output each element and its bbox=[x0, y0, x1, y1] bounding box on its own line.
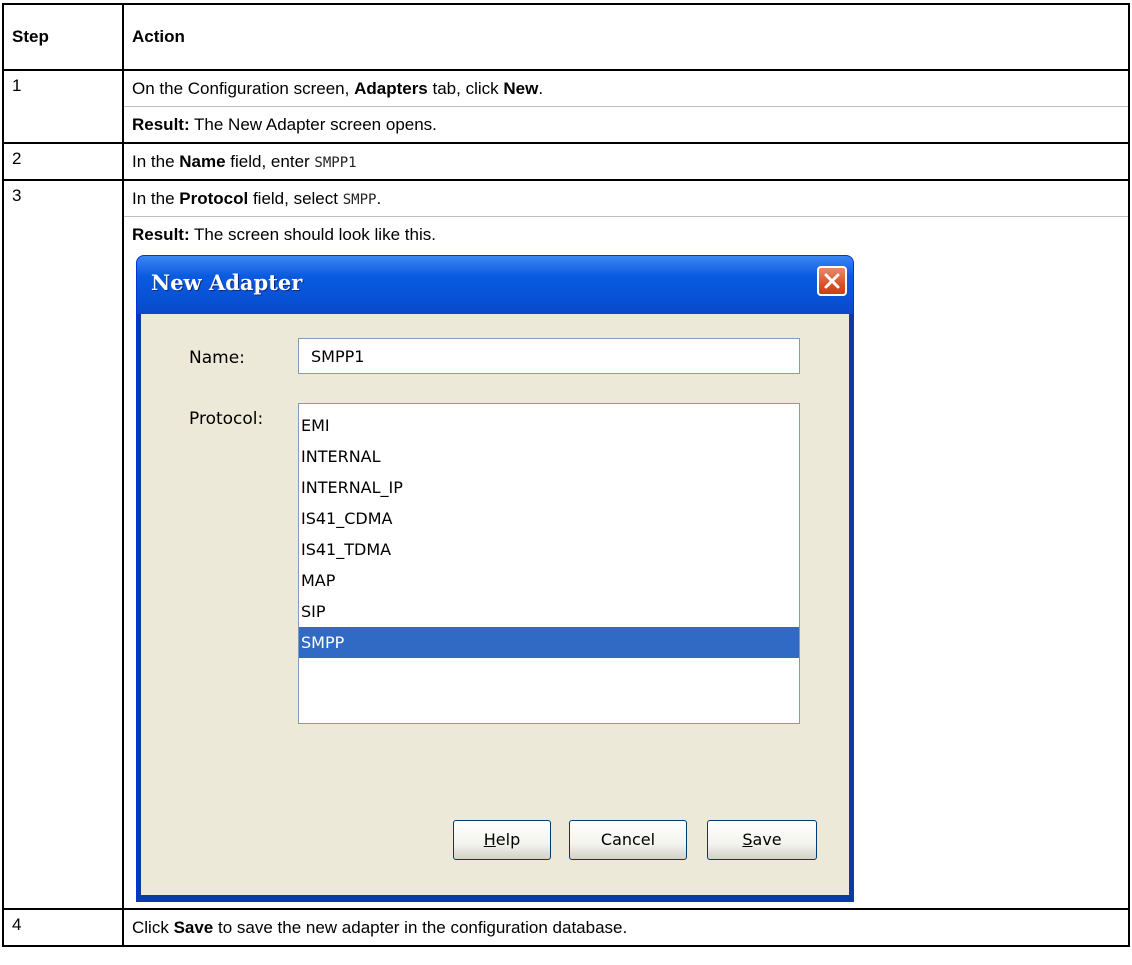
protocol-option-sip[interactable]: SIP bbox=[299, 596, 799, 627]
protocol-list[interactable]: EMI INTERNAL INTERNAL_IP IS41_CDMA IS41_… bbox=[298, 403, 800, 724]
table-row: 2 In the Name field, enter SMPP1 bbox=[2, 142, 1130, 181]
table-row: 3 In the Protocol field, select SMPP. Re… bbox=[2, 179, 1130, 910]
step-number: 3 bbox=[2, 179, 124, 910]
protocol-option-is41-cdma[interactable]: IS41_CDMA bbox=[299, 503, 799, 534]
step-action: In the Protocol field, select SMPP. Resu… bbox=[122, 179, 1130, 910]
table-header-row: Step Action bbox=[2, 3, 1130, 71]
action-text: In the Protocol field, select SMPP. bbox=[132, 189, 382, 208]
protocol-option-emi[interactable]: EMI bbox=[299, 410, 799, 441]
dialog-title: New Adapter bbox=[151, 270, 303, 295]
step-number: 1 bbox=[2, 69, 124, 144]
help-button[interactable]: Help bbox=[453, 820, 551, 860]
dialog-body: Name: Protocol: EMI INTERNAL INTERNAL_IP… bbox=[141, 314, 849, 895]
protocol-option-internal-ip[interactable]: INTERNAL_IP bbox=[299, 472, 799, 503]
header-step: Step bbox=[2, 3, 124, 71]
protocol-label: Protocol: bbox=[189, 409, 264, 429]
procedure-table: Step Action 1 On the Configuration scree… bbox=[2, 3, 1130, 947]
action-text: Click Save to save the new adapter in th… bbox=[132, 918, 628, 937]
result-text: Result: The New Adapter screen opens. bbox=[124, 106, 1128, 142]
new-adapter-dialog: New Adapter Name: Protocol: EMI INTERNAL… bbox=[136, 255, 854, 902]
table-row: 1 On the Configuration screen, Adapters … bbox=[2, 69, 1130, 144]
save-button[interactable]: Save bbox=[707, 820, 817, 860]
cancel-button[interactable]: Cancel bbox=[569, 820, 687, 860]
dialog-titlebar[interactable]: New Adapter bbox=[137, 256, 853, 314]
name-input[interactable] bbox=[298, 338, 800, 374]
protocol-option-smpp[interactable]: SMPP bbox=[299, 627, 799, 658]
step-number: 4 bbox=[2, 908, 124, 947]
table-row: 4 Click Save to save the new adapter in … bbox=[2, 908, 1130, 947]
step-action: Click Save to save the new adapter in th… bbox=[122, 908, 1130, 947]
step-action: On the Configuration screen, Adapters ta… bbox=[122, 69, 1130, 144]
protocol-option-map[interactable]: MAP bbox=[299, 565, 799, 596]
action-text: In the Name field, enter SMPP1 bbox=[132, 152, 357, 171]
action-text: On the Configuration screen, Adapters ta… bbox=[132, 79, 544, 98]
protocol-option-internal[interactable]: INTERNAL bbox=[299, 441, 799, 472]
step-number: 2 bbox=[2, 142, 124, 181]
protocol-option-is41-tdma[interactable]: IS41_TDMA bbox=[299, 534, 799, 565]
result-text: Result: The screen should look like this… bbox=[124, 216, 1128, 252]
header-action: Action bbox=[122, 3, 1130, 71]
close-icon[interactable] bbox=[817, 266, 847, 296]
step-action: In the Name field, enter SMPP1 bbox=[122, 142, 1130, 181]
name-label: Name: bbox=[189, 348, 245, 368]
